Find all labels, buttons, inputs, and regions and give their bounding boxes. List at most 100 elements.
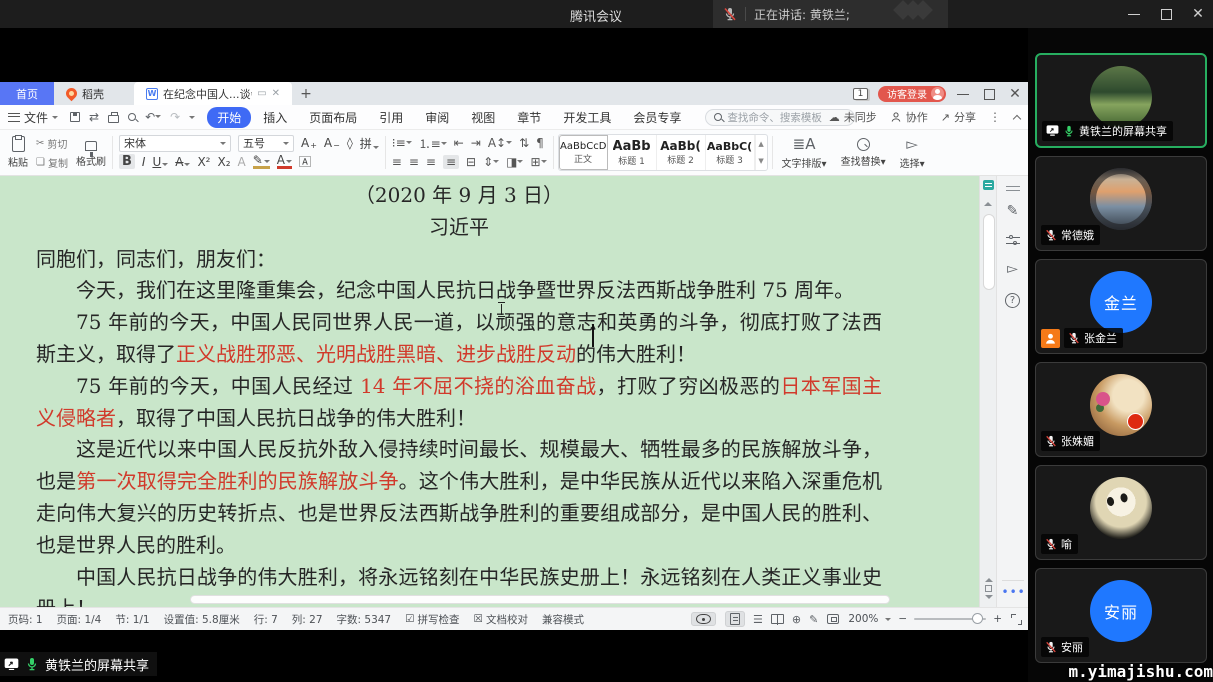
status-item[interactable]: 字数: 5347 [337, 612, 392, 627]
doc-paragraph[interactable]: 这是近代以来中国人民反抗外敌入侵持续时间最长、规模最大、牺牲最多的民族解放斗争，… [36, 434, 882, 561]
increase-font-icon[interactable]: A+ [301, 136, 317, 150]
more-options-icon[interactable]: ⋮ [989, 110, 1001, 124]
new-tab-button[interactable]: + [292, 82, 320, 105]
menu-tab-会员专享[interactable]: 会员专享 [623, 107, 691, 128]
tab-document[interactable]: W 在纪念中国人...谈会上的讲话 ▭ ✕ [134, 82, 292, 105]
customize-toolbar-icon[interactable] [189, 116, 195, 122]
style-标题 3[interactable]: AaBbC(标题 3 [706, 135, 755, 170]
wps-close-icon[interactable]: ✕ [1008, 87, 1022, 101]
status-item[interactable]: 行: 7 [254, 612, 278, 627]
ink-view-button[interactable]: ✎ [809, 613, 818, 626]
numbered-list-button[interactable]: ⒈≡ [419, 135, 447, 152]
increase-indent-button[interactable]: ⇥ [471, 136, 481, 150]
more-tools-icon[interactable]: ••• [1002, 580, 1024, 599]
zoom-slider[interactable] [914, 618, 986, 620]
doc-paragraph[interactable]: 同胞们，同志们，朋友们： [36, 244, 882, 276]
guest-login-button[interactable]: 访客登录 [878, 86, 946, 102]
text-effects-button[interactable]: A [238, 155, 246, 169]
print-icon[interactable] [108, 115, 119, 123]
prev-page-icon[interactable] [985, 574, 993, 582]
menu-tab-开始[interactable]: 开始 [207, 107, 251, 128]
bold-button[interactable]: B [119, 154, 135, 169]
font-size-select[interactable]: 五号 [238, 135, 294, 152]
align-center-button[interactable]: ≡ [409, 155, 419, 169]
horizontal-scrollbar[interactable] [190, 595, 890, 604]
tab-docer[interactable]: 稻壳 [54, 82, 134, 105]
menu-tab-章节[interactable]: 章节 [507, 107, 551, 128]
sync-status[interactable]: ☁ 未同步 [829, 109, 877, 125]
select-browse-icon[interactable] [985, 585, 992, 592]
doc-paragraph[interactable]: 75 年前的今天，中国人民同世界人民一道，以顽强的意志和英勇的斗争，彻底打败了法… [36, 307, 882, 371]
pointer-icon[interactable]: ▻ [1007, 261, 1018, 277]
copy-button[interactable]: ❏ 复制 [36, 155, 68, 170]
fullscreen-icon[interactable] [1011, 614, 1022, 625]
style-标题 2[interactable]: AaBb(标题 2 [657, 135, 706, 170]
status-item[interactable]: 页码: 1 [8, 612, 43, 627]
zoom-in-button[interactable]: + [993, 613, 1002, 625]
highlight-color-button[interactable]: ✎ [253, 155, 270, 169]
pen-annotate-icon[interactable]: ✎ [1007, 203, 1019, 219]
menu-tab-视图[interactable]: 视图 [461, 107, 505, 128]
border-button[interactable]: ⊞ [530, 155, 546, 169]
wps-minimize-icon[interactable] [956, 87, 970, 101]
participant-tile-张姝媚[interactable]: 张姝媚 [1035, 362, 1207, 457]
participant-tile-张金兰[interactable]: 金兰张金兰 [1035, 259, 1207, 354]
doc-proof-toggle[interactable]: ☒ 文档校对 [474, 612, 528, 627]
strikethrough-button[interactable]: A [175, 155, 190, 169]
scroll-up-icon[interactable] [984, 198, 992, 206]
status-item[interactable]: 列: 27 [292, 612, 323, 627]
font-color-button[interactable]: A [277, 155, 292, 169]
collapse-ribbon-icon[interactable] [1013, 114, 1021, 122]
cut-button[interactable]: ✂ 剪切 [36, 136, 68, 151]
menu-tab-引用[interactable]: 引用 [369, 107, 413, 128]
clear-format-icon[interactable]: ◊ [347, 136, 353, 150]
align-left-button[interactable]: ≡ [392, 155, 402, 169]
superscript-button[interactable]: X² [197, 155, 210, 169]
adjust-icon[interactable] [983, 180, 994, 190]
doc-paragraph[interactable]: 今天，我们在这里隆重集会，纪念中国人民抗日战争暨世界反法西斯战争胜利 75 周年… [36, 275, 882, 307]
document-text[interactable]: （2020 年 9 月 3 日）习近平同胞们，同志们，朋友们：今天，我们在这里隆… [36, 180, 882, 607]
save-icon[interactable] [70, 112, 80, 122]
ruler-toggle-icon[interactable] [1006, 186, 1020, 187]
scrollbar-thumb[interactable] [983, 214, 995, 290]
participant-tile-安丽[interactable]: 安丽安丽 [1035, 568, 1207, 663]
format-painter-button[interactable]: 格式刷 [72, 133, 110, 172]
style-gallery-scroll[interactable]: ▲▼ [755, 135, 767, 170]
status-item[interactable]: 节: 1/1 [115, 612, 149, 627]
paste-button[interactable]: 粘贴 [4, 133, 32, 172]
subscript-button[interactable]: X₂ [217, 155, 230, 169]
next-page-icon[interactable] [985, 595, 993, 603]
close-icon[interactable]: ✕ [1191, 7, 1205, 21]
eye-protection-button[interactable] [691, 612, 716, 626]
line-spacing-button[interactable]: ⇕ [483, 155, 499, 169]
distribute-button[interactable]: ⊟ [466, 155, 476, 169]
tab-close-icon[interactable]: ✕ [272, 88, 280, 99]
sort-button[interactable]: ⇅ [519, 136, 529, 150]
document-canvas[interactable]: （2020 年 9 月 3 日）习近平同胞们，同志们，朋友们：今天，我们在这里隆… [0, 176, 1028, 607]
decrease-font-icon[interactable]: A− [324, 136, 340, 150]
text-direction-button[interactable]: A↕ [488, 136, 512, 150]
find-replace-tool[interactable]: 查找替换▾ [834, 133, 893, 172]
doc-paragraph[interactable]: 习近平 [36, 212, 882, 244]
minimize-icon[interactable] [1127, 7, 1141, 21]
tab-home[interactable]: 首页 [0, 82, 54, 105]
show-marks-button[interactable]: ¶ [536, 136, 544, 150]
print-preview-icon[interactable] [128, 113, 136, 121]
wps-restore-icon[interactable] [982, 87, 996, 101]
outline-view-button[interactable]: ☰ [753, 613, 763, 626]
window-count-badge[interactable]: 1 [853, 88, 868, 100]
menu-tab-插入[interactable]: 插入 [253, 107, 297, 128]
menu-tab-审阅[interactable]: 审阅 [415, 107, 459, 128]
justify-button[interactable]: ≡ [443, 155, 459, 169]
tab-feedback-icon[interactable]: ▭ [257, 88, 266, 99]
read-view-button[interactable] [771, 614, 784, 624]
fit-page-button[interactable] [827, 614, 839, 624]
menu-tab-页面布局[interactable]: 页面布局 [299, 107, 367, 128]
page-view-button[interactable] [725, 611, 745, 627]
doc-paragraph[interactable]: （2020 年 9 月 3 日） [36, 180, 882, 212]
menu-tab-开发工具[interactable]: 开发工具 [553, 107, 621, 128]
vertical-scrollbar[interactable] [979, 176, 996, 607]
decrease-indent-button[interactable]: ⇤ [454, 136, 464, 150]
text-layout-tool[interactable]: ≣A 文字排版▾ [775, 133, 834, 172]
maximize-icon[interactable] [1159, 7, 1173, 21]
